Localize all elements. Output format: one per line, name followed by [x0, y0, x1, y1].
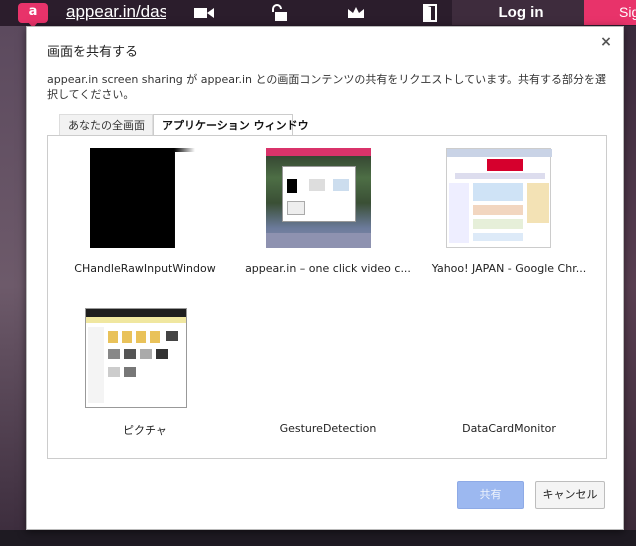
dialog-description: appear.in screen sharing が appear.in との画… — [47, 73, 606, 101]
window-option[interactable]: GestureDetection — [243, 298, 413, 438]
tab-entire-screen[interactable]: あなたの全画面 — [59, 114, 153, 136]
window-picker-panel: CHandleRawInputWindow appear.in – one cl… — [47, 135, 607, 459]
appear-in-logo[interactable]: a — [18, 3, 48, 28]
window-label: GestureDetection — [279, 422, 377, 435]
window-option[interactable]: DataCardMonitor — [424, 298, 594, 438]
window-option[interactable]: ピクチャ — [60, 298, 230, 438]
app-topbar: a appear.in/das Log in Sig — [0, 0, 636, 28]
background-left — [0, 26, 26, 546]
window-option[interactable]: appear.in – one click video c... — [243, 138, 413, 278]
close-icon[interactable]: × — [599, 35, 613, 49]
room-url-link[interactable]: appear.in/das — [66, 2, 166, 24]
tab-application-window[interactable]: アプリケーション ウィンドウ — [153, 114, 309, 136]
window-option[interactable]: Yahoo! JAPAN - Google Chr... — [424, 138, 594, 278]
share-button[interactable]: 共有 — [457, 481, 524, 509]
window-label: ピクチャ — [123, 424, 167, 437]
window-label: appear.in – one click video c... — [245, 262, 411, 275]
crown-icon[interactable] — [345, 4, 367, 22]
door-icon[interactable] — [420, 4, 442, 22]
window-thumbnail — [90, 148, 195, 248]
cancel-button[interactable]: キャンセル — [535, 481, 605, 509]
signup-button[interactable]: Sig — [584, 0, 636, 25]
window-label: CHandleRawInputWindow — [74, 262, 216, 275]
dialog-title: 画面を共有する — [47, 45, 139, 60]
window-label: DataCardMonitor — [462, 422, 556, 435]
video-icon[interactable] — [193, 4, 215, 22]
window-label: Yahoo! JAPAN - Google Chr... — [431, 262, 587, 275]
window-thumbnail — [85, 308, 187, 408]
login-button[interactable]: Log in — [452, 0, 590, 25]
background-bottom — [0, 530, 636, 546]
window-thumbnail — [446, 148, 552, 248]
window-option[interactable]: CHandleRawInputWindow — [60, 138, 230, 278]
screen-share-dialog: 画面を共有する × appear.in screen sharing が app… — [26, 26, 624, 530]
lock-icon[interactable] — [268, 4, 290, 22]
window-thumbnail — [266, 148, 371, 248]
